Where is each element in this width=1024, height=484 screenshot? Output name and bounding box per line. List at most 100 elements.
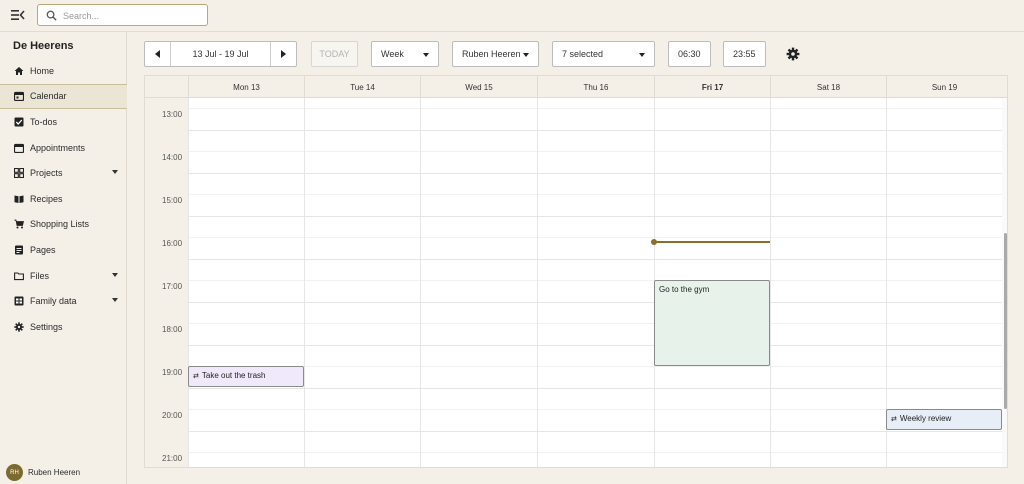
sidebar-item-label: Appointments	[30, 142, 86, 153]
day-header-sat[interactable]: Sat 18	[770, 76, 886, 98]
sidebar-item-home[interactable]: Home	[0, 58, 127, 84]
chevron-left-icon	[155, 50, 160, 58]
calendar-grid[interactable]: 13:00 14:00 15:00 16:00 17:00 18:00 19:0…	[145, 98, 1007, 467]
sidebar-item-label: Calendar	[30, 91, 67, 102]
day-header-tue[interactable]: Tue 14	[304, 76, 420, 98]
date-navigator: 13 Jul - 19 Jul	[144, 41, 297, 67]
day-header-sun[interactable]: Sun 19	[886, 76, 1002, 98]
half-hour-line	[188, 237, 1002, 238]
hour-label: 14:00	[162, 153, 183, 162]
hour-label: 21:00	[162, 454, 183, 463]
sidebar-nav: Home Calendar To-dos Appointments Projec…	[0, 58, 127, 340]
chevron-down-icon	[423, 53, 429, 57]
sidebar-item-todos[interactable]: To-dos	[0, 109, 127, 135]
hour-line	[188, 302, 1002, 303]
user-profile[interactable]: RH Ruben Heeren	[6, 464, 80, 481]
person-select-value: Ruben Heeren	[462, 49, 521, 59]
sidebar-item-label: Settings	[30, 321, 63, 332]
search-box[interactable]	[37, 4, 208, 26]
grid-icon	[14, 168, 24, 179]
sidebar-item-label: Projects	[30, 168, 63, 179]
sidebar-item-projects[interactable]: Projects	[0, 160, 127, 186]
hour-label: 16:00	[162, 239, 183, 248]
search-icon	[46, 10, 57, 21]
half-hour-line	[188, 409, 1002, 410]
day-divider	[188, 98, 189, 467]
person-select[interactable]: Ruben Heeren	[452, 41, 539, 67]
chevron-right-icon	[281, 50, 286, 58]
book-icon	[14, 195, 24, 203]
chevron-down-icon[interactable]	[112, 170, 118, 175]
previous-week-button[interactable]	[145, 42, 170, 66]
view-select[interactable]: Week	[371, 41, 439, 67]
day-header-wed[interactable]: Wed 15	[420, 76, 537, 98]
day-divider	[304, 98, 305, 467]
half-hour-line	[188, 151, 1002, 152]
calendar-scrollbar[interactable]	[1002, 98, 1007, 467]
day-header-mon[interactable]: Mon 13	[188, 76, 304, 98]
hour-label: 17:00	[162, 282, 183, 291]
sidebar-item-recipes[interactable]: Recipes	[0, 186, 127, 212]
folder-icon	[14, 271, 24, 280]
week-calendar: Mon 13 Tue 14 Wed 15 Thu 16 Fri 17 Sat 1…	[144, 75, 1008, 468]
current-time-line	[654, 241, 770, 243]
chevron-down-icon[interactable]	[112, 298, 118, 303]
hour-label: 19:00	[162, 368, 183, 377]
half-hour-line	[188, 108, 1002, 109]
table-icon	[14, 296, 24, 306]
half-hour-line	[188, 366, 1002, 367]
event-title: Take out the trash	[201, 371, 266, 380]
hour-label: 13:00	[162, 110, 183, 119]
cart-icon	[14, 219, 24, 229]
organization-name: De Heerens	[13, 40, 74, 52]
calendar-event[interactable]: ⇄ Take out the trash	[188, 366, 304, 387]
sidebar-item-label: Shopping Lists	[30, 219, 90, 230]
gear-icon[interactable]	[786, 47, 800, 61]
sidebar-item-shopping-lists[interactable]: Shopping Lists	[0, 212, 127, 238]
hour-line	[188, 216, 1002, 217]
half-hour-line	[188, 280, 1002, 281]
sidebar-item-label: Recipes	[30, 193, 63, 204]
half-hour-line	[188, 323, 1002, 324]
checkbox-icon	[14, 117, 24, 127]
sidebar: De Heerens Home Calendar To-dos Appointm…	[0, 32, 127, 484]
start-time-field[interactable]: 06:30	[668, 41, 711, 67]
sidebar-item-appointments[interactable]: Appointments	[0, 135, 127, 161]
repeat-icon: ⇄	[193, 373, 199, 380]
hour-label: 15:00	[162, 196, 183, 205]
day-header-thu[interactable]: Thu 16	[537, 76, 654, 98]
half-hour-line	[188, 194, 1002, 195]
next-week-button[interactable]	[271, 42, 296, 66]
calendars-select[interactable]: 7 selected	[552, 41, 655, 67]
sidebar-item-family-data[interactable]: Family data	[0, 288, 127, 314]
chevron-down-icon[interactable]	[112, 272, 118, 277]
sidebar-item-label: Pages	[30, 244, 56, 255]
collapse-menu-icon[interactable]	[11, 9, 25, 21]
calendar-event[interactable]: Go to the gym	[654, 280, 770, 366]
day-divider	[770, 98, 771, 467]
today-button[interactable]: TODAY	[311, 41, 358, 67]
sidebar-item-calendar[interactable]: Calendar	[0, 83, 127, 110]
scrollbar-thumb[interactable]	[1004, 233, 1007, 409]
calendar-event[interactable]: ⇄ Weekly review	[886, 409, 1002, 430]
end-time-field[interactable]: 23:55	[723, 41, 766, 67]
view-select-value: Week	[381, 49, 404, 59]
gear-icon	[14, 322, 24, 332]
sidebar-item-pages[interactable]: Pages	[0, 237, 127, 263]
sidebar-item-files[interactable]: Files	[0, 263, 127, 289]
day-header-fri[interactable]: Fri 17	[654, 76, 770, 98]
hour-line	[188, 431, 1002, 432]
sidebar-item-settings[interactable]: Settings	[0, 314, 127, 340]
date-range[interactable]: 13 Jul - 19 Jul	[170, 42, 271, 66]
avatar[interactable]: RH	[6, 464, 23, 481]
hour-line	[188, 259, 1002, 260]
chevron-down-icon	[639, 53, 645, 57]
hour-line	[188, 173, 1002, 174]
half-hour-line	[188, 452, 1002, 453]
chevron-down-icon	[523, 53, 529, 57]
hour-label: 20:00	[162, 411, 183, 420]
day-header-row: Mon 13 Tue 14 Wed 15 Thu 16 Fri 17 Sat 1…	[145, 76, 1007, 98]
page-icon	[15, 245, 23, 255]
search-input[interactable]	[63, 8, 203, 23]
calendar-toolbar: 13 Jul - 19 Jul TODAY Week Ruben Heeren …	[127, 32, 1024, 76]
